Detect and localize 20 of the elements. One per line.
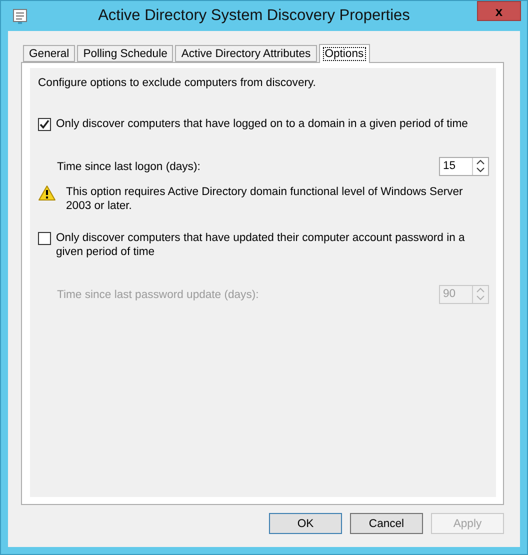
checkbox[interactable] <box>38 232 51 245</box>
checkbox[interactable] <box>38 118 51 131</box>
checkbox-label: Only discover computers that have logged on to a domain in a given period of time <box>56 117 468 131</box>
properties-icon <box>12 8 28 24</box>
dialog-button[interactable]: OK <box>269 513 342 534</box>
number-spinner[interactable]: 15 <box>439 157 489 176</box>
tab[interactable]: Active Directory Attributes <box>175 45 317 62</box>
checkbox-label: Only discover computers that have updated their computer account password in a given period of time <box>56 231 466 259</box>
intro-text: Configure options to exclude computers from discovery. <box>38 77 317 89</box>
close-button[interactable]: x <box>477 1 521 21</box>
warning-icon <box>38 185 56 201</box>
checkmark-icon <box>39 119 50 130</box>
tab[interactable]: Polling Schedule <box>77 45 174 62</box>
field-label: Time since last password update (days): <box>57 288 259 300</box>
tab[interactable]: General <box>23 45 76 62</box>
dialog-button[interactable]: Cancel <box>350 513 423 534</box>
window-title: Active Directory System Discovery Properties <box>98 7 410 25</box>
warning-text: This option requires Active Directory domain functional level of Windows Server 2003 or later. <box>66 185 464 213</box>
tab[interactable]: Options <box>318 44 370 63</box>
field-label: Time since last logon (days): <box>57 160 200 172</box>
